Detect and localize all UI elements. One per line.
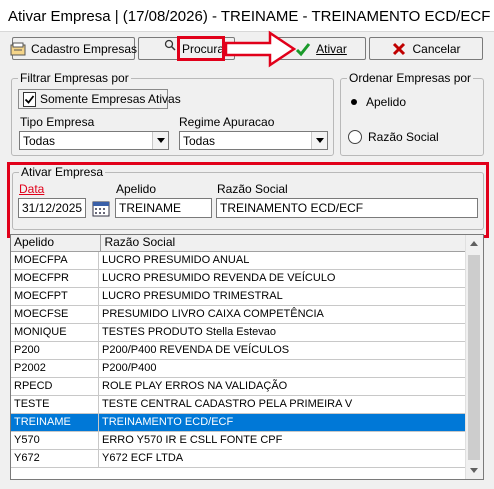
cell-razao-social: ERRO Y570 IR E CSLL FONTE CPF [99,432,467,449]
scroll-up-icon[interactable] [466,235,482,252]
cell-razao-social: P200/P400 [99,360,467,377]
cell-apelido: TESTE [11,396,99,413]
cell-razao-social: Y672 ECF LTDA [99,450,467,467]
table-row[interactable]: MOECFSE PRESUMIDO LIVRO CAIXA COMPETÊNCIA [11,306,467,324]
vertical-scrollbar[interactable] [465,235,483,479]
data-field[interactable]: 31/12/2025 [18,198,86,218]
regime-apuracao-select[interactable]: Todas [179,131,328,150]
table-row[interactable]: TREINAME TREINAMENTO ECD/ECF [11,414,467,432]
cancelar-label: Cancelar [412,41,461,56]
ordenar-legend: Ordenar Empresas por [347,71,474,85]
window-title: Ativar Empresa | (17/08/2026) - TREINAME… [8,8,491,25]
cell-razao-social: PRESUMIDO LIVRO CAIXA COMPETÊNCIA [99,306,467,323]
ordenar-apelido-label: Apelido [366,95,407,109]
cell-razao-social: LUCRO PRESUMIDO TRIMESTRAL [99,288,467,305]
ordenar-razao-label: Razão Social [368,130,439,144]
table-row[interactable]: MOECFPT LUCRO PRESUMIDO TRIMESTRAL [11,288,467,306]
table-row[interactable]: MOECFPR LUCRO PRESUMIDO REVENDA DE VEÍCUL… [11,270,467,288]
calendar-icon[interactable] [90,198,111,218]
somente-ativas-label: Somente Empresas Ativas [40,92,181,106]
scroll-thumb[interactable] [468,255,480,460]
cell-apelido: MONIQUE [11,324,99,341]
cell-apelido: TREINAME [11,414,99,431]
chevron-down-icon [152,132,168,149]
red-x-icon [391,41,407,57]
apelido-label: Apelido [116,182,157,196]
tipo-empresa-value: Todas [23,133,56,148]
scroll-down-icon[interactable] [466,462,482,479]
cadastro-empresas-label: Cadastro Empresas [30,41,138,56]
grid-rows: MOECFPA LUCRO PRESUMIDO ANUAL MOECFPR LUCRO… [11,252,467,468]
cell-apelido: MOECFPR [11,270,99,287]
radio-unselected-icon [348,130,362,144]
razao-social-label: Razão Social [217,182,288,196]
search-icon [164,39,176,51]
cell-apelido: MOECFSE [11,306,99,323]
table-row[interactable]: TESTE TESTE CENTRAL CADASTRO PELA PRIMEIR… [11,396,467,414]
table-row[interactable]: P200 P200/P400 REVENDA DE VEÍCULOS [11,342,467,360]
cell-razao-social: ROLE PLAY ERROS NA VALIDAÇÃO [99,378,467,395]
razao-social-field[interactable]: TREINAMENTO ECD/ECF [216,198,478,218]
ordenar-empresas-group: Ordenar Empresas por [340,71,484,156]
procurar-highlight-box [177,36,225,61]
table-row[interactable]: P2002 P200/P400 [11,360,467,378]
cell-razao-social: LUCRO PRESUMIDO ANUAL [99,252,467,269]
tipo-empresa-label: Tipo Empresa [20,115,95,129]
cadastro-empresas-button[interactable]: Cadastro Empresas [10,37,138,60]
tipo-empresa-select[interactable]: Todas [19,131,169,150]
grid-header: Apelido Razão Social [11,235,467,252]
chevron-down-icon [311,132,327,149]
folder-card-icon [10,41,26,57]
cell-apelido: MOECFPT [11,288,99,305]
somente-ativas-checkbox[interactable]: Somente Empresas Ativas [18,89,181,109]
cell-apelido: P2002 [11,360,99,377]
filtrar-legend: Filtrar Empresas por [18,71,131,85]
cell-razao-social: LUCRO PRESUMIDO REVENDA DE VEÍCULO [99,270,467,287]
table-row[interactable]: Y570 ERRO Y570 IR E CSLL FONTE CPF [11,432,467,450]
title-bar: Ativar Empresa | (17/08/2026) - TREINAME… [0,0,494,32]
empresas-grid: Apelido Razão Social MOECFPA LUCRO PRESUM… [10,234,484,480]
column-header-razao-social[interactable]: Razão Social [101,235,467,251]
ordenar-razao-radio[interactable]: Razão Social [348,130,439,144]
radio-selected-icon [348,96,360,108]
regime-apuracao-value: Todas [183,133,216,148]
column-header-apelido[interactable]: Apelido [11,235,102,251]
cell-apelido: Y570 [11,432,99,449]
red-arrow-annotation [224,30,297,68]
apelido-field[interactable]: TREINAME [115,198,212,218]
table-row[interactable]: RPECD ROLE PLAY ERROS NA VALIDAÇÃO [11,378,467,396]
table-row[interactable]: Y672 Y672 ECF LTDA [11,450,467,468]
cell-apelido: Y672 [11,450,99,467]
cell-razao-social: TREINAMENTO ECD/ECF [99,414,467,431]
data-label: Data [19,182,45,196]
cell-razao-social: TESTES PRODUTO Stella Estevao [99,324,467,341]
checkbox-box [23,91,36,107]
cell-apelido: MOECFPA [11,252,99,269]
cell-razao-social: TESTE CENTRAL CADASTRO PELA PRIMEIRA V [99,396,467,413]
cell-razao-social: P200/P400 REVENDA DE VEÍCULOS [99,342,467,359]
cell-apelido: RPECD [11,378,99,395]
ativar-label: Ativar [316,41,347,56]
ativar-empresa-legend: Ativar Empresa [19,165,106,179]
table-row[interactable]: MONIQUE TESTES PRODUTO Stella Estevao [11,324,467,342]
cell-apelido: P200 [11,342,99,359]
table-row[interactable]: MOECFPA LUCRO PRESUMIDO ANUAL [11,252,467,270]
ordenar-apelido-radio[interactable]: Apelido [348,95,406,109]
regime-apuracao-label: Regime Apuracao [179,115,275,129]
cancelar-button[interactable]: Cancelar [369,37,483,60]
